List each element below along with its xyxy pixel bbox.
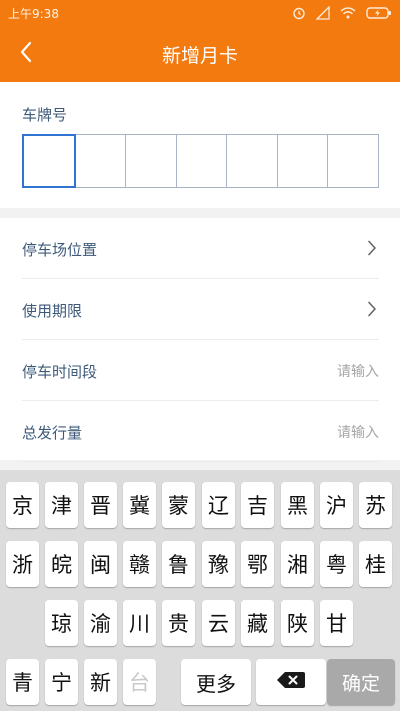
parking-time-input[interactable]: 请输入 — [337, 361, 379, 381]
key-province[interactable]: 晋 — [84, 482, 117, 528]
status-bar: 上午9:38 — [0, 0, 400, 26]
key-province[interactable]: 湘 — [281, 541, 314, 587]
status-time: 上午9:38 — [8, 7, 59, 21]
key-province[interactable]: 云 — [202, 600, 235, 646]
total-issue-input[interactable]: 请输入 — [337, 422, 379, 442]
backspace-button[interactable] — [256, 659, 326, 705]
alarm-icon — [292, 6, 306, 20]
key-province[interactable]: 皖 — [45, 541, 78, 587]
key-province[interactable]: 藏 — [241, 600, 274, 646]
plate-cell-4[interactable] — [177, 135, 228, 187]
plate-cell-6[interactable] — [278, 135, 329, 187]
key-province[interactable]: 甘 — [320, 600, 353, 646]
plate-card: 车牌号 — [0, 82, 400, 208]
key-province[interactable]: 赣 — [123, 541, 156, 587]
key-province[interactable]: 川 — [123, 600, 156, 646]
form-card: 停车场位置 使用期限 停车时间段 请输入 总发行量 请输入 — [0, 218, 400, 462]
plate-input[interactable] — [22, 134, 379, 188]
wifi-icon — [340, 6, 356, 20]
confirm-button[interactable]: 确定 — [327, 659, 395, 705]
more-button[interactable]: 更多 — [181, 659, 251, 705]
chevron-right-icon — [367, 240, 377, 260]
row-label: 停车场位置 — [22, 241, 98, 259]
total-issue-row[interactable]: 总发行量 请输入 — [22, 401, 379, 462]
key-province[interactable]: 沪 — [320, 482, 353, 528]
key-province[interactable]: 津 — [45, 482, 78, 528]
key-province[interactable]: 浙 — [6, 541, 39, 587]
key-province[interactable]: 蒙 — [162, 482, 195, 528]
key-province[interactable]: 贵 — [162, 600, 195, 646]
page-title: 新增月卡 — [161, 45, 238, 67]
row-label: 使用期限 — [22, 302, 83, 320]
key-province[interactable]: 辽 — [202, 482, 235, 528]
key-province[interactable]: 鲁 — [162, 541, 195, 587]
row-label: 总发行量 — [22, 424, 83, 442]
province-keyboard: 京 津 晋 冀 蒙 辽 吉 黑 沪 苏 浙 皖 闽 赣 鲁 豫 鄂 湘 粤 桂 … — [0, 470, 400, 711]
status-icons — [292, 5, 392, 21]
key-province[interactable]: 黑 — [281, 482, 314, 528]
plate-cell-3[interactable] — [126, 135, 177, 187]
key-province[interactable]: 闽 — [84, 541, 117, 587]
key-province[interactable]: 青 — [6, 659, 39, 705]
plate-cell-1[interactable] — [22, 134, 76, 188]
key-province[interactable]: 冀 — [123, 482, 156, 528]
key-province[interactable]: 京 — [6, 482, 39, 528]
parking-time-row[interactable]: 停车时间段 请输入 — [22, 340, 379, 401]
header: 上午9:38 新增月卡 — [0, 0, 400, 82]
key-province[interactable]: 鄂 — [241, 541, 274, 587]
plate-cell-5[interactable] — [227, 135, 278, 187]
key-province[interactable]: 渝 — [84, 600, 117, 646]
plate-label: 车牌号 — [22, 106, 68, 124]
plate-cell-2[interactable] — [76, 135, 127, 187]
nav-bar: 新增月卡 — [0, 26, 400, 82]
key-province[interactable]: 宁 — [45, 659, 78, 705]
key-province[interactable]: 苏 — [359, 482, 392, 528]
key-province[interactable]: 粤 — [320, 541, 353, 587]
key-province[interactable]: 琼 — [45, 600, 78, 646]
backspace-icon — [276, 670, 306, 695]
usage-period-row[interactable]: 使用期限 — [22, 279, 379, 340]
plate-cell-7[interactable] — [328, 135, 378, 187]
key-province[interactable]: 吉 — [241, 482, 274, 528]
key-province[interactable]: 新 — [84, 659, 117, 705]
key-province[interactable]: 陕 — [281, 600, 314, 646]
key-province[interactable]: 桂 — [359, 541, 392, 587]
battery-icon — [366, 6, 392, 20]
signal-icon — [316, 6, 330, 20]
key-province-disabled: 台 — [123, 659, 156, 705]
row-label: 停车时间段 — [22, 363, 98, 381]
parking-location-row[interactable]: 停车场位置 — [22, 218, 379, 279]
key-province[interactable]: 豫 — [202, 541, 235, 587]
chevron-right-icon — [367, 301, 377, 321]
